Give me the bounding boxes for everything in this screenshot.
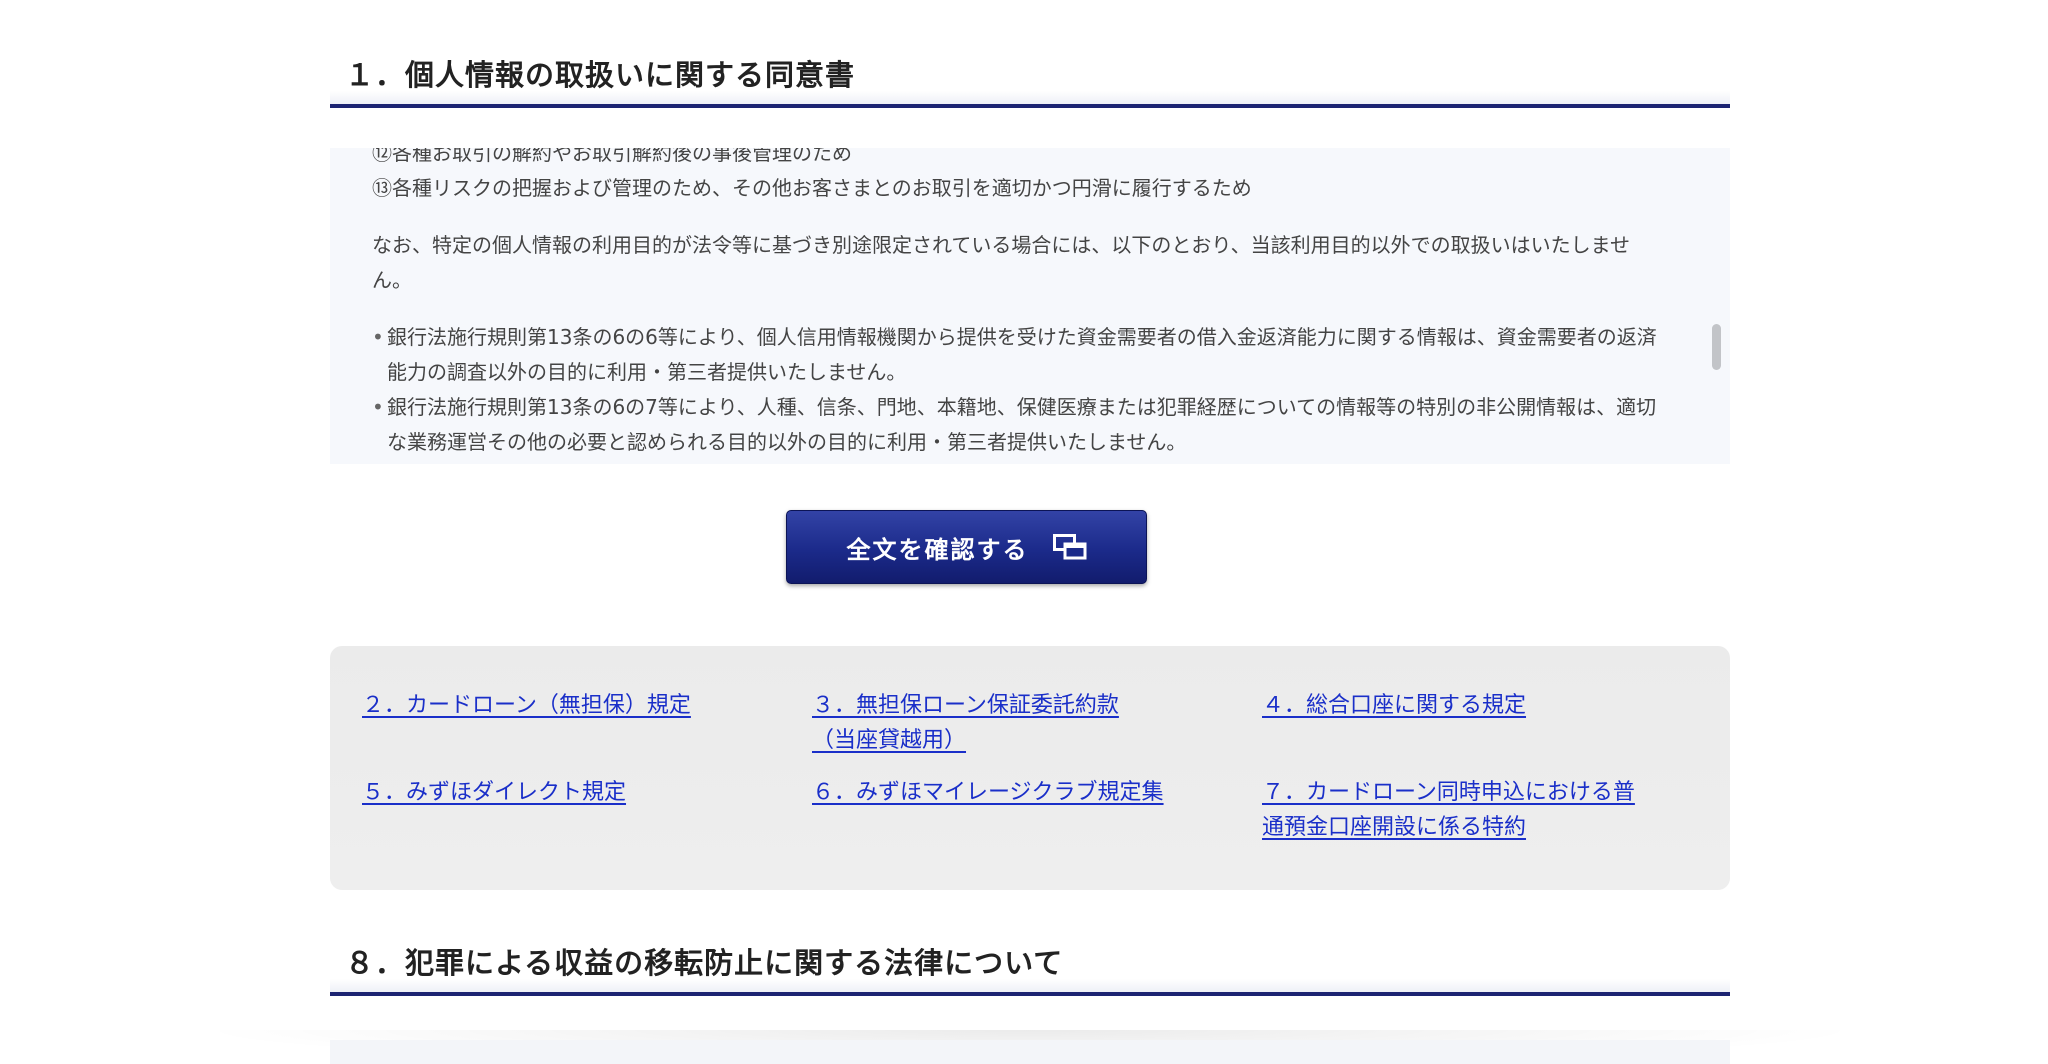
link-mileage-club-rules[interactable]: ６．みずほマイレージクラブ規定集 bbox=[812, 775, 1212, 810]
section-heading-aml: ８．犯罪による収益の移転防止に関する法律について bbox=[330, 926, 1730, 996]
consent-bullet-list: 銀行法施行規則第13条の6の6等により、個人信用情報機関から提供を受けた資金需要… bbox=[372, 320, 1662, 460]
aml-content-box bbox=[330, 1040, 1730, 1064]
section-heading-consent: １．個人情報の取扱いに関する同意書 bbox=[330, 38, 1730, 108]
scrollbar[interactable] bbox=[1710, 148, 1722, 464]
link-card-loan-rules[interactable]: ２．カードローン（無担保）規定 bbox=[362, 688, 762, 723]
consent-bullet-item: 銀行法施行規則第13条の6の6等により、個人信用情報機関から提供を受けた資金需要… bbox=[372, 320, 1662, 390]
link-general-account-rules[interactable]: ４．総合口座に関する規定 bbox=[1262, 688, 1662, 723]
page: １．個人情報の取扱いに関する同意書 ⑫各種お取引の解約やお取引解約後の事後管理の… bbox=[0, 0, 2048, 1064]
section-title-consent: １．個人情報の取扱いに関する同意書 bbox=[345, 58, 856, 92]
section-title-aml: ８．犯罪による収益の移転防止に関する法律について bbox=[345, 946, 1064, 980]
consent-scroll-box[interactable]: ⑫各種お取引の解約やお取引解約後の事後管理のため ⑬各種リスクの把握および管理の… bbox=[330, 148, 1730, 464]
related-documents-panel: ２．カードローン（無担保）規定 ３．無担保ローン保証委託約款（当座貸越用） ４．… bbox=[330, 646, 1730, 890]
link-ordinary-deposit-special-terms[interactable]: ７．カードローン同時申込における普通預金口座開設に係る特約 bbox=[1262, 775, 1642, 845]
consent-text: ⑫各種お取引の解約やお取引解約後の事後管理のため ⑬各種リスクの把握および管理の… bbox=[372, 148, 1662, 460]
confirm-button-label: 全文を確認する bbox=[846, 535, 1029, 564]
link-guarantee-agreement[interactable]: ３．無担保ローン保証委託約款（当座貸越用） bbox=[812, 688, 1142, 758]
confirm-full-text-button[interactable]: 全文を確認する bbox=[786, 510, 1147, 584]
scrollbar-thumb[interactable] bbox=[1712, 324, 1721, 370]
consent-line-12: ⑫各種お取引の解約やお取引解約後の事後管理のため bbox=[372, 148, 852, 165]
new-window-icon bbox=[1052, 534, 1087, 560]
link-mizuho-direct-rules[interactable]: ５．みずほダイレクト規定 bbox=[362, 775, 762, 810]
consent-note: なお、特定の個人情報の利用目的が法令等に基づき別途限定されている場合には、以下の… bbox=[372, 233, 1630, 292]
consent-line-13: ⑬各種リスクの把握および管理のため、その他お客さまとのお取引を適切かつ円滑に履行… bbox=[372, 176, 1252, 200]
consent-bullet-item: 銀行法施行規則第13条の6の7等により、人種、信条、門地、本籍地、保健医療または… bbox=[372, 390, 1662, 460]
